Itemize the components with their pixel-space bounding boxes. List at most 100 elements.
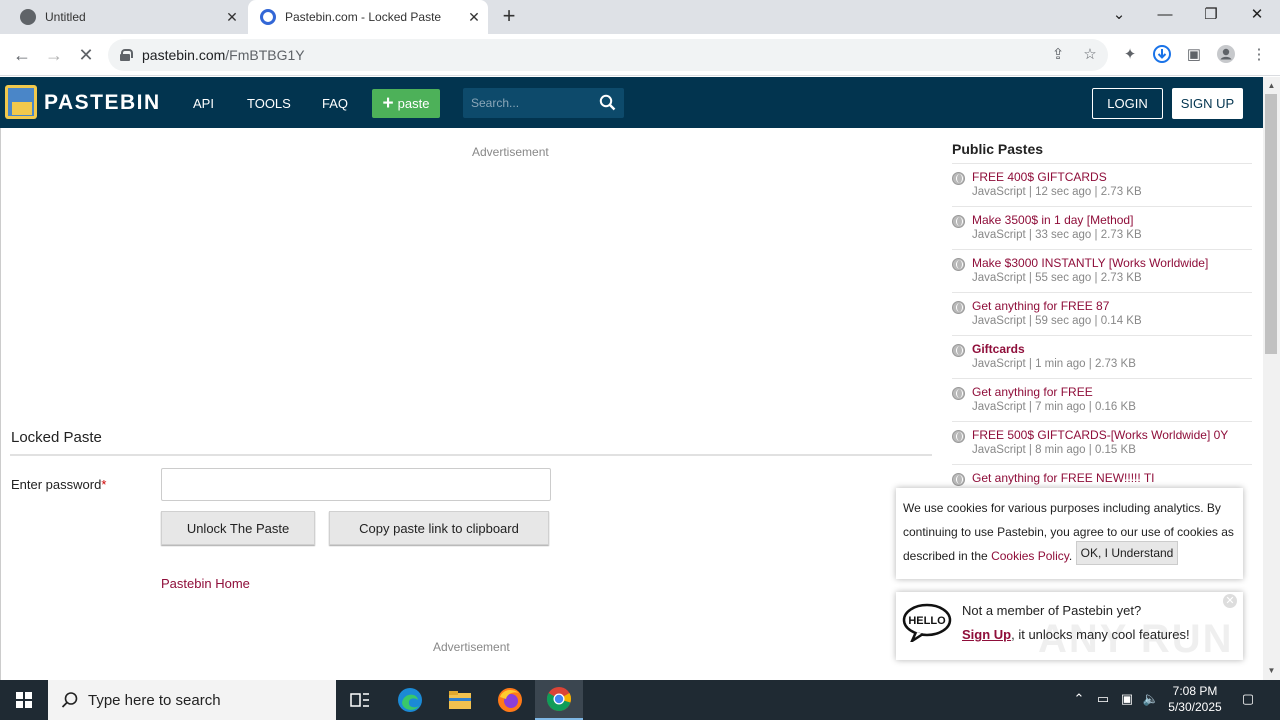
globe-icon [952, 344, 965, 357]
public-paste-item[interactable]: Make $3000 INSTANTLY [Works Worldwide] J… [952, 249, 1252, 292]
nav-tools[interactable]: TOOLS [247, 96, 291, 111]
close-icon[interactable]: ✕ [218, 9, 246, 26]
content-border [0, 128, 1, 680]
browser-tab-pastebin[interactable]: Pastebin.com - Locked Paste ✕ [248, 0, 488, 34]
notifications-icon[interactable]: ▢ [1238, 691, 1258, 709]
network-icon[interactable]: ▣ [1118, 691, 1136, 709]
window-close-button[interactable]: ✕ [1234, 0, 1280, 34]
new-paste-button[interactable]: + paste [372, 89, 440, 118]
restore-button[interactable]: ❐ [1188, 0, 1234, 34]
loading-icon [260, 9, 276, 25]
public-pastes-title: Public Pastes [952, 141, 1044, 157]
password-label: Enter password* [11, 477, 106, 492]
hello-bubble-icon: HELLO [902, 603, 952, 642]
unlock-paste-button[interactable]: Unlock The Paste [161, 511, 315, 545]
bookmark-star-icon[interactable]: ☆ [1079, 44, 1101, 66]
advertisement-label-bottom: Advertisement [433, 640, 510, 654]
extensions-icon[interactable]: ✦ [1119, 44, 1141, 66]
task-view-icon[interactable] [336, 680, 384, 720]
file-explorer-icon[interactable] [436, 680, 484, 720]
taskbar-search-placeholder: Type here to search [88, 691, 221, 709]
site-header [0, 77, 1280, 128]
cookie-period: . [1068, 549, 1073, 563]
globe-icon [952, 258, 965, 271]
paste-button-label: paste [397, 96, 430, 111]
paste-meta: JavaScript | 59 sec ago | 0.14 KB [972, 315, 1142, 327]
volume-icon[interactable]: 🔈 [1142, 691, 1160, 709]
profile-icon[interactable] [1215, 44, 1237, 66]
required-mark: * [101, 477, 107, 492]
taskbar-clock[interactable]: 7:08 PM 5/30/2025 [1164, 683, 1226, 715]
paste-title-link[interactable]: FREE 400$ GIFTCARDS [972, 170, 1107, 184]
new-tab-button[interactable]: + [497, 5, 521, 29]
public-paste-item[interactable]: Giftcards JavaScript | 1 min ago | 2.73 … [952, 335, 1252, 378]
start-button[interactable] [0, 680, 48, 720]
scroll-down-icon[interactable]: ▼ [1263, 664, 1280, 678]
scroll-up-icon[interactable]: ▲ [1263, 79, 1280, 93]
cookie-ok-button[interactable]: OK, I Understand [1076, 541, 1178, 565]
member-question: Not a member of Pastebin yet? [962, 603, 1142, 618]
public-paste-item[interactable]: Get anything for FREE JavaScript | 7 min… [952, 378, 1252, 421]
address-bar[interactable]: pastebin.com/FmBTBG1Y [108, 39, 1108, 71]
paste-title-link[interactable]: FREE 500$ GIFTCARDS-[Works Worldwide] 0Y [972, 428, 1228, 442]
site-logo[interactable]: PASTEBIN [44, 91, 161, 115]
clock-date: 5/30/2025 [1168, 700, 1222, 714]
title-divider [10, 454, 932, 456]
download-icon[interactable] [1151, 44, 1173, 66]
tab-search-icon[interactable]: ⌄ [1096, 0, 1142, 34]
taskbar: Type here to search ⌃ ▭ ▣ 🔈 7:08 PM 5/30… [0, 680, 1280, 720]
tab-title: Untitled [45, 10, 86, 24]
menu-icon[interactable]: ⋮ [1248, 44, 1270, 66]
firefox-icon[interactable] [486, 680, 534, 720]
search-input[interactable] [463, 88, 593, 118]
cookies-policy-link[interactable]: Cookies Policy [991, 549, 1069, 563]
public-paste-item[interactable]: FREE 400$ GIFTCARDS JavaScript | 12 sec … [952, 163, 1252, 206]
signup-button[interactable]: SIGN UP [1172, 88, 1243, 119]
svg-text:HELLO: HELLO [908, 615, 946, 627]
paste-title-link[interactable]: Make $3000 INSTANTLY [Works Worldwide] [972, 256, 1208, 270]
pastebin-home-link[interactable]: Pastebin Home [161, 576, 250, 591]
globe-icon [952, 215, 965, 228]
taskbar-search[interactable]: Type here to search [48, 680, 336, 720]
advertisement-label: Advertisement [472, 145, 549, 159]
device-icon[interactable]: ▭ [1094, 691, 1112, 709]
nav-faq[interactable]: FAQ [322, 96, 348, 111]
paste-title-link[interactable]: Get anything for FREE [972, 385, 1093, 399]
close-icon[interactable]: ✕ [1223, 594, 1237, 608]
side-panel-icon[interactable]: ▣ [1183, 44, 1205, 66]
scroll-thumb[interactable] [1265, 94, 1277, 354]
site-search [463, 88, 624, 118]
tray-chevron-icon[interactable]: ⌃ [1070, 691, 1088, 709]
login-button[interactable]: LOGIN [1092, 88, 1163, 119]
public-paste-item[interactable]: Get anything for FREE NEW!!!!! TI [952, 464, 1252, 486]
search-icon[interactable] [599, 94, 616, 111]
share-icon[interactable]: ⇪ [1047, 44, 1069, 66]
paste-title-link[interactable]: Get anything for FREE NEW!!!!! TI [972, 471, 1155, 485]
edge-icon[interactable] [386, 680, 434, 720]
public-paste-item[interactable]: FREE 500$ GIFTCARDS-[Works Worldwide] 0Y… [952, 421, 1252, 464]
browser-tabstrip: Untitled ✕ Pastebin.com - Locked Paste ✕… [0, 0, 1280, 34]
minimize-button[interactable]: — [1142, 0, 1188, 34]
pastebin-logo-icon[interactable] [4, 83, 38, 121]
copy-link-button[interactable]: Copy paste link to clipboard [329, 511, 549, 545]
search-icon [61, 692, 78, 708]
stop-button[interactable]: ✕ [73, 42, 99, 68]
paste-title-link[interactable]: Make 3500$ in 1 day [Method] [972, 213, 1133, 227]
public-paste-item[interactable]: Get anything for FREE 87 JavaScript | 59… [952, 292, 1252, 335]
chrome-icon[interactable] [535, 680, 583, 720]
url-host: pastebin.com [142, 47, 226, 63]
nav-api[interactable]: API [193, 96, 214, 111]
lock-icon[interactable] [120, 49, 133, 61]
forward-button[interactable]: → [41, 42, 67, 68]
password-field[interactable] [161, 468, 551, 501]
close-icon[interactable]: ✕ [460, 9, 488, 26]
paste-title-link[interactable]: Get anything for FREE 87 [972, 299, 1109, 313]
paste-title-link[interactable]: Giftcards [972, 342, 1025, 356]
browser-tab-untitled[interactable]: Untitled ✕ [8, 0, 246, 34]
public-paste-item[interactable]: Make 3500$ in 1 day [Method] JavaScript … [952, 206, 1252, 249]
member-signup-link[interactable]: Sign Up [962, 627, 1011, 642]
paste-meta: JavaScript | 1 min ago | 2.73 KB [972, 358, 1136, 370]
back-button[interactable]: ← [9, 42, 35, 68]
page-scrollbar[interactable]: ▲ ▼ [1263, 77, 1280, 680]
cookie-text: We use cookies for various purposes incl… [903, 496, 1235, 568]
